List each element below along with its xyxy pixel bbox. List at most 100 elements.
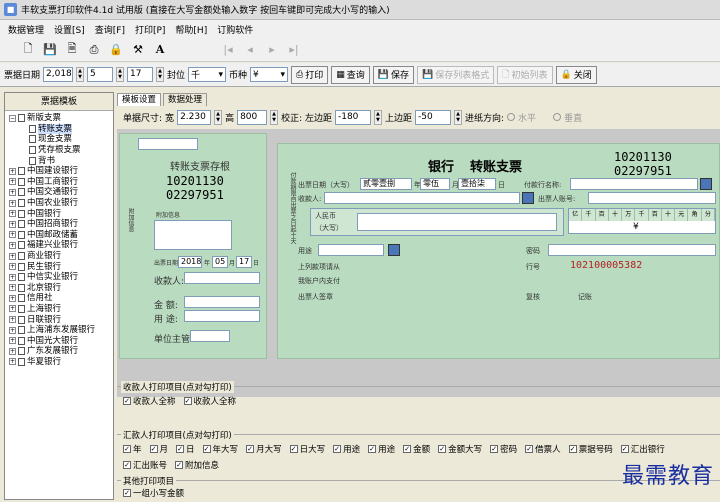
- query-button[interactable]: ▦ 查询: [331, 65, 370, 84]
- tree-item[interactable]: + 华夏银行: [9, 357, 113, 368]
- tree-item[interactable]: + 中国邮政储蓄: [9, 230, 113, 241]
- height-spinner[interactable]: ▲ ▼: [270, 109, 279, 125]
- menu-item-0[interactable]: 数据管理: [8, 23, 44, 36]
- preview-icon[interactable]: 🗎: [64, 42, 80, 58]
- expand-icon[interactable]: +: [9, 316, 16, 324]
- checkbox[interactable]: ✓: [149, 445, 158, 453]
- tree-item[interactable]: + 日联银行: [9, 314, 113, 325]
- cheque-day-field[interactable]: 壹拾柒: [458, 178, 496, 190]
- new-icon[interactable]: 🗋: [20, 42, 36, 58]
- tree-item[interactable]: + 商业银行: [9, 251, 113, 262]
- expand-icon[interactable]: +: [9, 305, 16, 313]
- print-option[interactable]: ✓ 借票人: [525, 443, 561, 455]
- expand-icon[interactable]: +: [9, 252, 16, 260]
- checkbox[interactable]: ✓: [183, 397, 192, 405]
- tree-item[interactable]: − 新版支票: [9, 113, 113, 124]
- lock-icon[interactable]: 🔒: [108, 42, 124, 58]
- print-option[interactable]: ✓ 月: [149, 443, 168, 455]
- tree-item[interactable]: 凭存根支票: [9, 145, 113, 156]
- print-button[interactable]: ⎙ 打印: [291, 65, 329, 84]
- expand-icon[interactable]: +: [9, 231, 16, 239]
- print-option[interactable]: ✓ 金额大写: [438, 443, 482, 455]
- checkbox[interactable]: ✓: [202, 445, 211, 453]
- tree-item[interactable]: + 中国光大银行: [9, 335, 113, 346]
- tree-item[interactable]: + 中国招商银行: [9, 219, 113, 230]
- month-spinner[interactable]: ▲ ▼: [116, 67, 125, 82]
- tree-item[interactable]: + 信用社: [9, 293, 113, 304]
- menu-item-4[interactable]: 帮助[H]: [175, 23, 207, 36]
- save-icon[interactable]: 💾: [42, 42, 58, 58]
- menu-item-5[interactable]: 订购软件: [217, 23, 253, 36]
- payer-account-field[interactable]: [588, 192, 716, 204]
- checkbox[interactable]: ✓: [490, 445, 499, 453]
- month-input[interactable]: 5: [87, 67, 114, 82]
- day-spinner[interactable]: ▲ ▼: [156, 67, 165, 82]
- position-select[interactable]: 千 ▾: [188, 67, 227, 82]
- lookup-icon[interactable]: [700, 178, 712, 190]
- tools-icon[interactable]: ⚒: [130, 42, 146, 58]
- width-input[interactable]: 2.230: [177, 109, 212, 125]
- tree-item[interactable]: + 中国交通银行: [9, 187, 113, 198]
- print-option[interactable]: ✓ 一组小写金额: [123, 487, 184, 499]
- checkbox[interactable]: ✓: [176, 445, 185, 453]
- left-margin-input[interactable]: -180: [334, 109, 371, 125]
- rmb-field[interactable]: [357, 213, 557, 231]
- print-option[interactable]: ✓ 日: [176, 443, 195, 455]
- stub-day-field[interactable]: 17: [236, 256, 252, 268]
- print-option[interactable]: ✓ 票据号码: [568, 443, 613, 455]
- save-list-format-button[interactable]: 💾 保存列表格式: [417, 65, 495, 84]
- font-icon[interactable]: A: [152, 42, 168, 58]
- expand-icon[interactable]: +: [9, 273, 16, 281]
- stub-year-field[interactable]: 2018: [178, 256, 202, 268]
- cheque-year-field[interactable]: 贰零壹捌: [360, 178, 412, 190]
- print-option[interactable]: ✓ 月大写: [246, 443, 282, 455]
- checkbox[interactable]: ✓: [438, 445, 447, 453]
- cheque-payee-field[interactable]: [324, 192, 520, 204]
- cheque-purpose-field[interactable]: [318, 244, 384, 256]
- tab-0[interactable]: 模板设置: [117, 93, 162, 106]
- height-input[interactable]: 800: [237, 109, 268, 125]
- stub-unit-field[interactable]: [190, 330, 230, 342]
- tree-item[interactable]: + 北京银行: [9, 283, 113, 294]
- expand-icon[interactable]: +: [9, 199, 16, 207]
- print-option[interactable]: ✓ 密码: [490, 443, 517, 455]
- print-option[interactable]: ✓ 附加信息: [175, 459, 219, 471]
- stub-top-field[interactable]: [138, 138, 198, 150]
- expand-icon[interactable]: +: [9, 167, 16, 175]
- expand-icon[interactable]: +: [9, 241, 16, 249]
- close-button[interactable]: 🔒 关闭: [555, 65, 597, 84]
- last-icon[interactable]: ▸|: [286, 42, 302, 58]
- currency-select[interactable]: ¥ ▾: [250, 67, 289, 82]
- cheque-month-field[interactable]: 零伍: [420, 178, 450, 190]
- expand-icon[interactable]: +: [9, 284, 16, 292]
- expand-icon[interactable]: +: [9, 210, 16, 218]
- menu-item-3[interactable]: 打印[P]: [135, 23, 165, 36]
- stub-purpose-field[interactable]: [184, 310, 260, 322]
- checkbox[interactable]: ✓: [333, 445, 342, 453]
- purpose-lookup-icon[interactable]: [388, 244, 400, 256]
- day-input[interactable]: 17: [127, 67, 154, 82]
- save-button[interactable]: 💾 保存: [372, 65, 415, 84]
- init-list-button[interactable]: 🗋 初始列表: [497, 65, 553, 84]
- left-margin-spinner[interactable]: ▲ ▼: [373, 109, 382, 125]
- expand-icon[interactable]: +: [9, 326, 16, 334]
- vertical-radio[interactable]: [553, 113, 562, 121]
- tree-item[interactable]: + 民生银行: [9, 261, 113, 272]
- checkbox[interactable]: ✓: [123, 445, 131, 453]
- width-spinner[interactable]: ▲ ▼: [214, 109, 223, 125]
- top-margin-input[interactable]: -50: [415, 109, 451, 125]
- expand-icon[interactable]: +: [9, 347, 16, 355]
- payer-bank-field[interactable]: [570, 178, 698, 190]
- print-option[interactable]: ✓ 用途: [333, 443, 360, 455]
- password-field[interactable]: [548, 244, 716, 256]
- collapse-icon[interactable]: −: [9, 114, 16, 122]
- print-option[interactable]: ✓ 收款人全称: [183, 395, 236, 407]
- print-option[interactable]: ✓ 汇出银行: [620, 443, 665, 455]
- menu-item-2[interactable]: 查询[F]: [95, 23, 125, 36]
- checkbox[interactable]: ✓: [568, 445, 577, 453]
- stub-amount-field[interactable]: [184, 296, 260, 308]
- checkbox[interactable]: ✓: [525, 445, 534, 453]
- tree-item[interactable]: + 中国工商银行: [9, 177, 113, 188]
- stub-month-field[interactable]: 05: [212, 256, 228, 268]
- tree-item[interactable]: 转账支票: [9, 123, 113, 135]
